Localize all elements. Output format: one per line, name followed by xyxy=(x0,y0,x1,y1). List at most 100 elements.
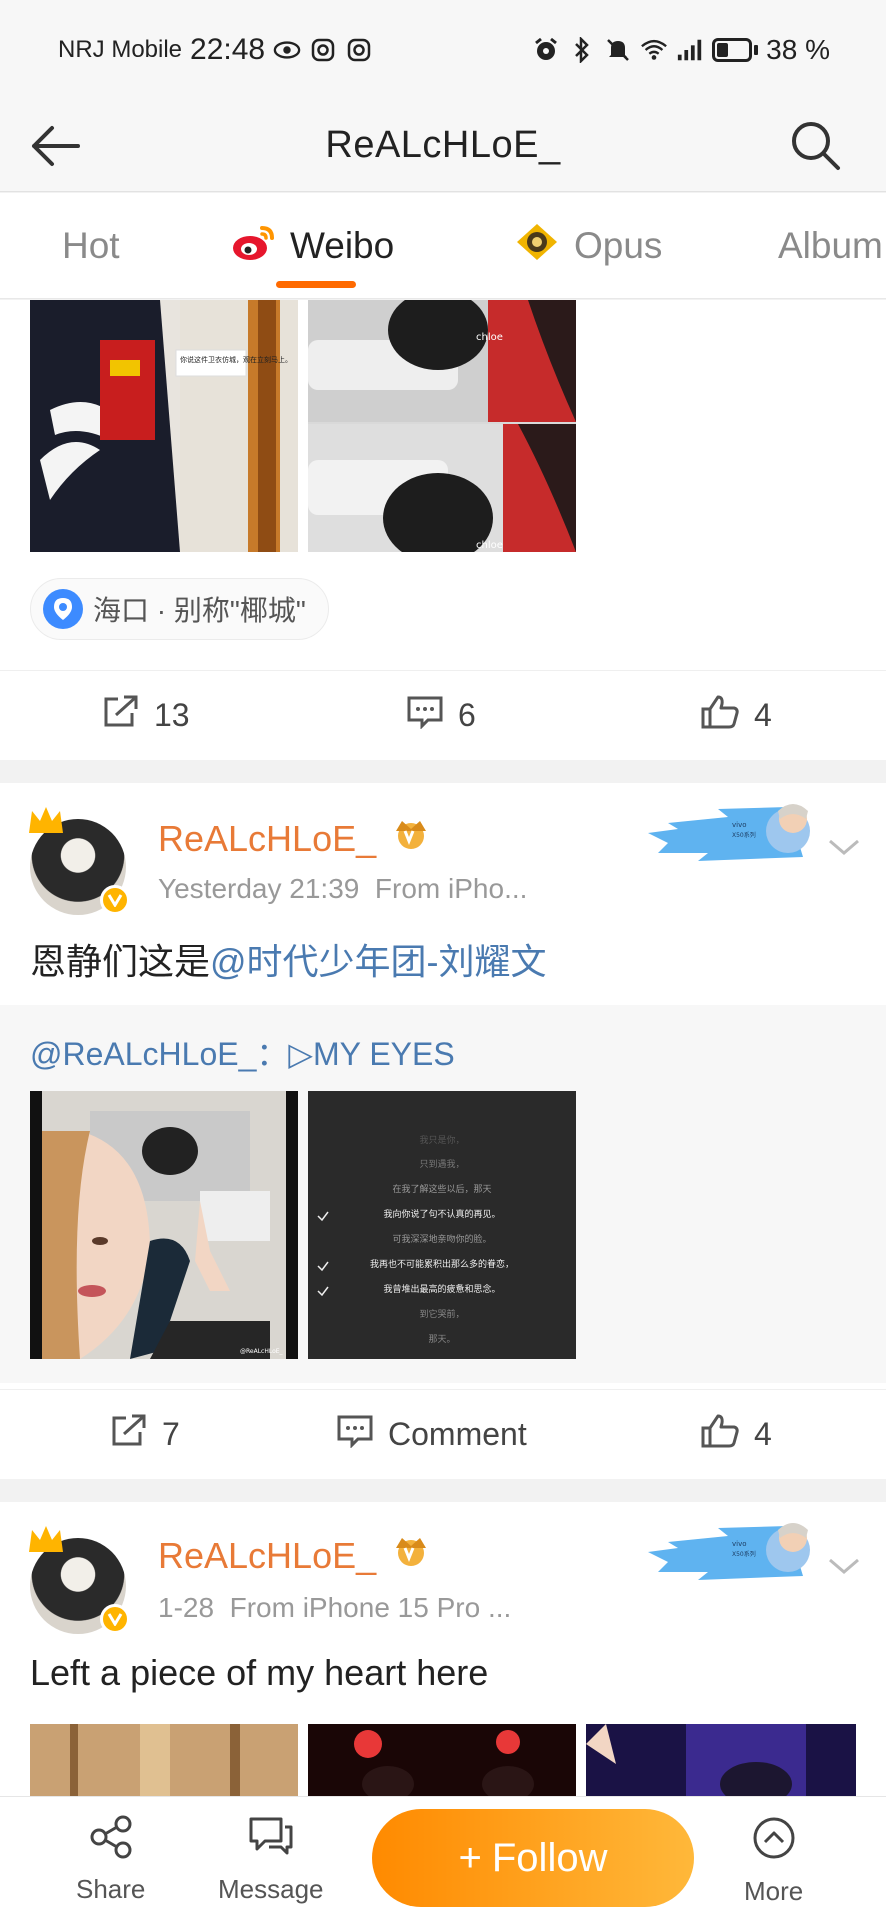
more-label: More xyxy=(744,1876,804,1906)
avatar[interactable] xyxy=(29,807,130,915)
verified-badge xyxy=(100,1604,130,1634)
like-button[interactable]: 4 xyxy=(700,1413,772,1457)
repost-text: ▷MY EYES xyxy=(288,1036,455,1072)
ad-brand: vivo xyxy=(732,821,747,829)
tab-hot[interactable]: Hot xyxy=(62,193,120,299)
wifi-icon xyxy=(640,36,668,64)
mute-icon xyxy=(604,36,632,64)
bluetooth-icon xyxy=(568,36,596,64)
crown-icon xyxy=(29,1526,63,1552)
status-bar: NRJ Mobile 22:48 38 % xyxy=(0,0,886,100)
post-card: 你说这件卫衣仿城，观在立刻马上。 chloe chloe 海口 · 别称"椰城" xyxy=(0,300,886,670)
location-pin-icon xyxy=(43,589,83,629)
username-text: ReALcHLoE_ xyxy=(158,817,377,859)
follow-button[interactable]: + Follow xyxy=(372,1809,694,1907)
repost-button[interactable]: 7 xyxy=(110,1414,180,1456)
status-left: NRJ Mobile 22:48 xyxy=(58,33,373,67)
message-icon xyxy=(247,1815,295,1866)
post-image[interactable] xyxy=(308,1724,576,1796)
ad-banner[interactable]: vivo X50系列 xyxy=(638,797,820,867)
repost-count: 13 xyxy=(154,697,190,733)
tab-opus[interactable]: Opus xyxy=(512,193,662,299)
profile-tabs: Hot Weibo Opus Album xyxy=(0,193,886,299)
post-image[interactable]: 你说这件卫衣仿城，观在立刻马上。 xyxy=(30,300,298,552)
post-time: Yesterday 21:39 xyxy=(158,873,360,904)
lyric-line: 在我了解这些以后，那天 xyxy=(392,1183,491,1195)
signal-icon xyxy=(676,36,704,64)
comment-icon xyxy=(406,695,444,737)
comment-button[interactable]: 6 xyxy=(406,695,476,737)
username-text: ReALcHLoE_ xyxy=(158,1534,377,1576)
image-caption: chloe xyxy=(476,332,503,343)
post-image[interactable] xyxy=(586,1724,856,1796)
tab-label: Opus xyxy=(574,225,663,266)
share-icon xyxy=(87,1815,135,1866)
ad-series: X50系列 xyxy=(732,1550,756,1558)
message-label: Message xyxy=(218,1874,324,1904)
repost-separator: ： xyxy=(256,1036,289,1072)
location-text: 海口 · 别称"椰城" xyxy=(93,595,306,626)
like-button[interactable]: 4 xyxy=(700,694,772,738)
post-source: From iPhone 15 Pro ... xyxy=(229,1592,512,1623)
lyric-line: 可我深深地亲吻你的脸。 xyxy=(392,1233,491,1245)
repost-icon xyxy=(102,695,140,737)
status-right: 38 % xyxy=(532,34,830,66)
alarm-icon xyxy=(532,36,560,64)
chevron-down-icon[interactable] xyxy=(826,1554,862,1578)
repost-button[interactable]: 13 xyxy=(102,695,190,737)
share-label: Share xyxy=(76,1874,146,1904)
opus-icon xyxy=(512,221,562,272)
tab-label: Hot xyxy=(62,225,120,266)
instagram-icon xyxy=(309,36,337,64)
crown-icon xyxy=(29,807,63,833)
lyric-line: 只到遇我， xyxy=(419,1158,464,1170)
repost-image[interactable]: 我只是你， 只到遇我， 在我了解这些以后，那天 我向你说了句不认真的再见。 可我… xyxy=(308,1091,576,1359)
comment-count: 6 xyxy=(458,697,476,733)
instagram-icon xyxy=(345,36,373,64)
ad-brand: vivo xyxy=(732,1540,747,1548)
lyric-line: 我只是你， xyxy=(419,1134,464,1146)
post-text: Left a piece of my heart here xyxy=(30,1652,489,1693)
repost-author-link[interactable]: @ReALcHLoE_ xyxy=(30,1036,256,1072)
tab-label: Weibo xyxy=(290,225,395,266)
ad-banner[interactable]: vivo X50系列 xyxy=(638,1516,820,1586)
message-button[interactable]: Message xyxy=(218,1815,324,1905)
username[interactable]: ReALcHLoE_ xyxy=(158,817,434,860)
repost-count: 7 xyxy=(162,1416,180,1452)
top-nav-bar: ReALcHLoE_ xyxy=(0,100,886,192)
search-icon[interactable] xyxy=(788,118,842,172)
post-meta: Yesterday 21:39 From iPho... xyxy=(158,873,527,905)
comment-button[interactable]: Comment xyxy=(336,1414,527,1456)
comment-label: Comment xyxy=(388,1416,527,1452)
repost-header: @ReALcHLoE_：▷MY EYES xyxy=(30,1029,455,1075)
username[interactable]: ReALcHLoE_ xyxy=(158,1534,434,1577)
image-caption: chloe xyxy=(476,540,503,551)
repost-box[interactable]: @ReALcHLoE_：▷MY EYES @ReALcHLoE_ 我只是你， 只… xyxy=(0,1005,886,1383)
follow-label: Follow xyxy=(491,1835,608,1880)
thumbs-up-icon xyxy=(700,694,740,738)
post-source: From iPho... xyxy=(374,873,528,904)
weibo-logo-icon xyxy=(230,222,278,271)
post-meta: 1-28 From iPhone 15 Pro ... xyxy=(158,1592,511,1624)
repost-image[interactable]: @ReALcHLoE_ xyxy=(30,1091,298,1359)
clock: 22:48 xyxy=(190,33,266,66)
location-chip[interactable]: 海口 · 别称"椰城" xyxy=(30,578,329,640)
tab-album[interactable]: Album xyxy=(778,193,883,299)
lyric-line: 我曾堆出最高的疲惫和思念。 xyxy=(383,1283,500,1295)
post-actions: 13 6 4 xyxy=(0,670,886,760)
more-button[interactable]: More xyxy=(744,1815,803,1907)
post-time: 1-28 xyxy=(158,1592,215,1623)
post-image[interactable]: chloe chloe xyxy=(308,300,576,552)
post-image[interactable] xyxy=(30,1724,298,1796)
active-tab-indicator xyxy=(276,281,356,288)
like-count: 4 xyxy=(754,1416,772,1452)
share-button[interactable]: Share xyxy=(76,1815,145,1905)
ad-series: X50系列 xyxy=(732,831,756,839)
avatar[interactable] xyxy=(29,1526,130,1634)
image-watermark: @ReALcHLoE_ xyxy=(240,1348,284,1355)
plus-icon: + xyxy=(458,1835,482,1880)
carrier-name: NRJ Mobile xyxy=(58,36,183,63)
arrow-left-icon[interactable] xyxy=(28,122,86,170)
mention-link[interactable]: @时代少年团-刘耀文 xyxy=(210,941,547,982)
chevron-down-icon[interactable] xyxy=(826,835,862,859)
